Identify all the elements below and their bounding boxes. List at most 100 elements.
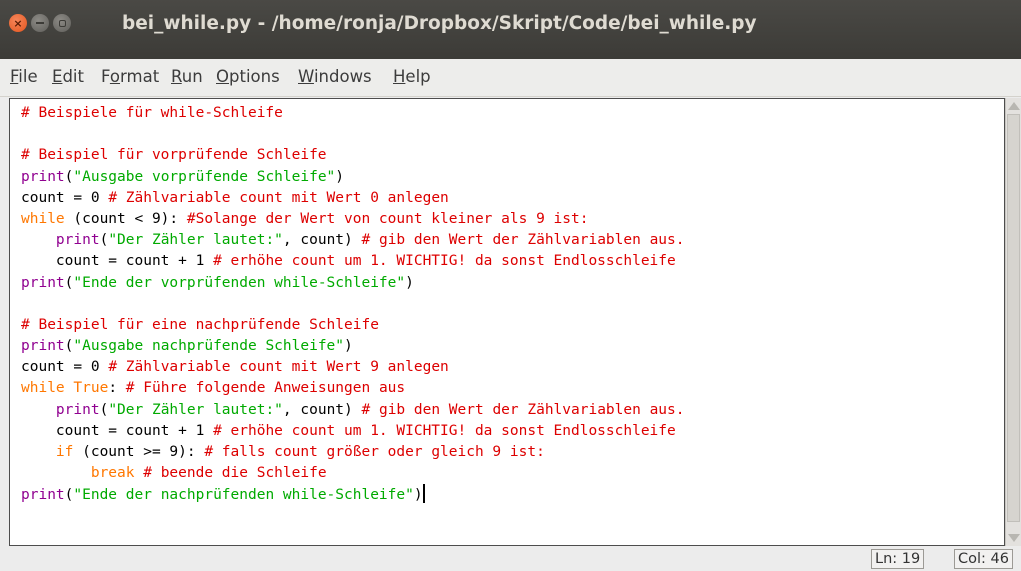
code-token-default (135, 465, 144, 481)
code-token-comment: #Solange der Wert von count kleiner als … (186, 210, 589, 227)
code-token-string: "Der Zähler lautet:" (108, 232, 283, 249)
menu-windows[interactable]: Windows (298, 67, 372, 86)
code-line: count = count + 1 # erhöhe count um 1. W… (21, 421, 685, 442)
code-token-default: count = count + 1 (21, 422, 214, 439)
code-token-default: ) (344, 338, 353, 355)
menu-edit[interactable]: Edit (52, 67, 84, 86)
window-title: bei_while.py - /home/ronja/Dropbox/Skrip… (122, 13, 757, 34)
code-token-comment: # Beispiele für while-Schleife (21, 105, 283, 121)
menu-windows-label: indows (313, 67, 372, 86)
code-line: count = count + 1 # erhöhe count um 1. W… (21, 251, 685, 272)
code-token-string: "Ende der vorprüfenden while-Schleife" (73, 274, 406, 291)
code-token-comment: # erhöhe count um 1. WICHTIG! da sonst E… (213, 253, 676, 270)
code-token-comment: # erhöhe count um 1. WICHTIG! da sonst E… (213, 422, 676, 439)
code-token-string: "Der Zähler lautet:" (108, 401, 283, 418)
code-token-keyword: while (21, 210, 65, 227)
menu-run[interactable]: Run (171, 67, 203, 86)
code-text-area[interactable]: # Beispiele für while-Schleife # Beispie… (21, 103, 685, 506)
code-token-keyword: if (55, 444, 74, 460)
code-line: # Beispiel für vorprüfende Schleife (21, 145, 685, 166)
code-token-default: , count) (282, 232, 362, 249)
code-line: while (count < 9): #Solange der Wert von… (21, 209, 685, 230)
menu-edit-mnemonic: E (52, 67, 63, 86)
scroll-up-icon[interactable] (1008, 102, 1020, 110)
menu-run-label: un (181, 67, 203, 86)
code-line: break # beende die Schleife (21, 463, 685, 484)
code-token-keyword: True (73, 380, 109, 397)
code-token-comment: # gib den Wert der Zählvariablen aus. (361, 232, 685, 249)
menu-format-prefix: F (101, 67, 110, 86)
code-token-comment: # Zählvariable count mit Wert 0 anlegen (108, 189, 449, 206)
title-bar: × bei_while.py - /home/ronja/Dropbox/Skr… (0, 0, 1021, 59)
menu-file[interactable]: File (10, 67, 38, 86)
code-token-default (21, 402, 56, 418)
close-window-button[interactable]: × (9, 14, 27, 32)
code-line: while True: # Führe folgende Anweisungen… (21, 378, 685, 399)
code-token-default: count = count + 1 (21, 253, 214, 270)
close-icon: × (13, 16, 23, 30)
code-line: print("Ausgabe vorprüfende Schleife") (21, 167, 685, 188)
code-token-comment: # Führe folgende Anweisungen aus (125, 380, 406, 397)
code-token-default (21, 232, 56, 248)
code-token-builtin: print (21, 168, 65, 185)
code-token-string: "Ende der nachprüfenden while-Schleife" (73, 487, 414, 504)
code-line: print("Der Zähler lautet:", count) # gib… (21, 400, 685, 421)
code-token-comment: # gib den Wert der Zählvariablen aus. (361, 401, 685, 418)
code-token-default (21, 444, 56, 460)
menu-format-mnemonic: o (109, 67, 121, 86)
code-line: print("Ausgabe nachprüfende Schleife") (21, 336, 685, 357)
code-editor[interactable]: # Beispiele für while-Schleife # Beispie… (9, 98, 1005, 546)
code-token-comment: # Zählvariable count mit Wert 9 anlegen (108, 359, 449, 376)
code-token-comment: # Beispiel für eine nachprüfende Schleif… (21, 316, 379, 333)
code-token-builtin: print (21, 487, 65, 504)
code-token-comment: # Beispiel für vorprüfende Schleife (21, 147, 327, 164)
code-token-comment: # beende die Schleife (143, 465, 327, 482)
code-token-default: count = 0 (21, 359, 109, 376)
code-token-builtin: print (21, 274, 65, 291)
code-token-default: ) (413, 487, 423, 504)
code-token-builtin: print (55, 401, 100, 418)
code-token-builtin: print (55, 232, 100, 249)
menu-windows-mnemonic: W (298, 67, 314, 86)
minimize-window-button[interactable] (31, 14, 49, 32)
status-bar: Ln: 19 Col: 46 (0, 546, 1021, 571)
maximize-window-button[interactable] (53, 14, 71, 32)
code-line: count = 0 # Zählvariable count mit Wert … (21, 357, 685, 378)
menu-format-label: rmat (120, 67, 160, 86)
code-token-keyword: while (21, 380, 65, 397)
code-token-default: ( (99, 232, 109, 249)
code-token-string: "Ausgabe vorprüfende Schleife" (73, 168, 336, 185)
code-token-string: "Ausgabe nachprüfende Schleife" (73, 338, 345, 355)
menu-help-label: elp (405, 67, 431, 86)
code-token-keyword: break (90, 465, 135, 482)
code-token-default: : (108, 380, 126, 397)
code-token-comment: # falls count größer oder gleich 9 ist: (204, 444, 545, 460)
menu-options-label: ptions (229, 67, 280, 86)
scroll-down-icon[interactable] (1008, 534, 1020, 542)
code-token-default: , count) (282, 401, 362, 418)
menu-help-mnemonic: H (393, 67, 406, 86)
code-token-default: ) (405, 274, 414, 291)
code-token-default: count = 0 (21, 189, 109, 206)
code-token-default: (count < 9): (64, 210, 187, 227)
code-token-default: ( (99, 401, 109, 418)
menu-file-label: ile (18, 67, 38, 86)
code-token-default: ) (335, 168, 345, 185)
code-line: if (count >= 9): # falls count größer od… (21, 442, 685, 463)
vertical-scrollbar[interactable] (1005, 98, 1021, 546)
menu-format[interactable]: Format (101, 67, 159, 86)
code-line: # Beispiele für while-Schleife (21, 103, 685, 124)
code-line: count = 0 # Zählvariable count mit Wert … (21, 188, 685, 209)
code-line: # Beispiel für eine nachprüfende Schleif… (21, 315, 685, 336)
menu-help[interactable]: Help (393, 67, 431, 86)
menu-edit-label: dit (62, 67, 84, 86)
column-indicator: Col: 46 (954, 549, 1013, 569)
code-line: print("Ende der vorprüfenden while-Schle… (21, 273, 685, 294)
menu-bar: File Edit Format Run Options Windows Hel… (0, 59, 1021, 97)
menu-options[interactable]: Options (216, 67, 280, 86)
code-token-default (21, 465, 91, 481)
scrollbar-thumb[interactable] (1007, 114, 1020, 522)
menu-options-mnemonic: O (216, 67, 229, 86)
